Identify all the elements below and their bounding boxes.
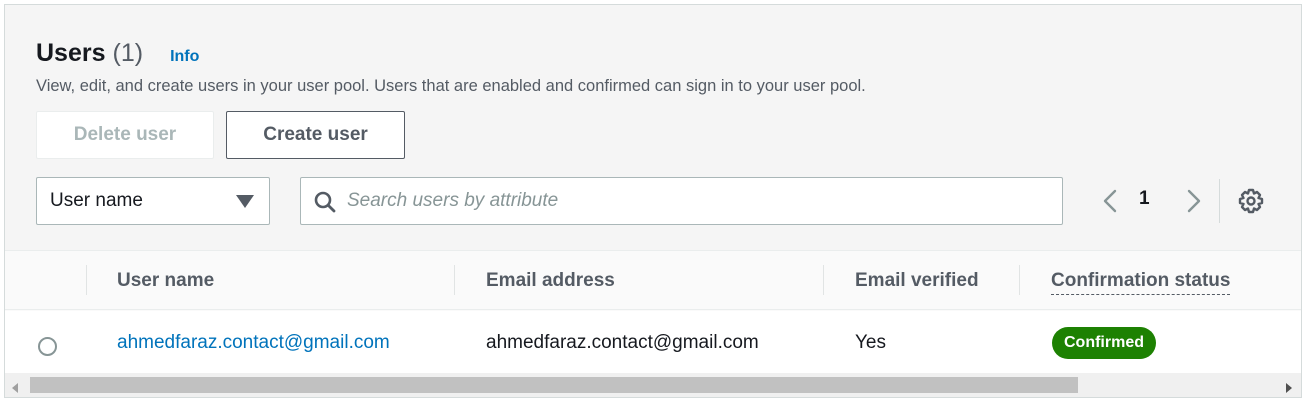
column-header-confirmation-status[interactable]: Confirmation status — [1051, 270, 1231, 295]
search-field[interactable] — [300, 177, 1063, 225]
property-select-value: User name — [50, 190, 143, 211]
gear-icon[interactable] — [1237, 187, 1265, 215]
users-panel-header: Users (1) Info View, edit, and create us… — [5, 5, 1301, 250]
delete-user-button[interactable]: Delete user — [36, 111, 214, 159]
email-verified-cell: Yes — [855, 332, 886, 353]
status-badge: Confirmed — [1052, 327, 1156, 359]
info-link[interactable]: Info — [170, 48, 199, 66]
users-panel: Users (1) Info View, edit, and create us… — [4, 4, 1302, 398]
table-row: ahmedfaraz.contact@gmail.com ahmedfaraz.… — [5, 311, 1301, 373]
scroll-right-arrow-icon[interactable] — [1285, 380, 1293, 397]
table-header: User name Email address Email verified C… — [5, 250, 1301, 310]
column-separator — [1019, 265, 1020, 295]
column-header-user-name[interactable]: User name — [117, 270, 214, 292]
row-select-radio[interactable] — [38, 337, 57, 356]
column-separator — [86, 265, 87, 295]
column-header-email[interactable]: Email address — [486, 270, 615, 292]
user-name-link[interactable]: ahmedfaraz.contact@gmail.com — [117, 332, 390, 354]
toolbar-divider — [1219, 179, 1220, 223]
title-row: Users (1) Info — [36, 39, 199, 68]
panel-description: View, edit, and create users in your use… — [36, 77, 866, 95]
column-separator — [823, 265, 824, 295]
chevron-left-icon[interactable] — [1095, 183, 1125, 219]
caret-down-icon — [236, 195, 254, 213]
page-title: Users — [36, 39, 106, 67]
column-header-email-verified[interactable]: Email verified — [855, 270, 979, 292]
email-cell: ahmedfaraz.contact@gmail.com — [486, 332, 759, 353]
property-select[interactable]: User name — [36, 177, 270, 225]
create-user-button[interactable]: Create user — [226, 111, 405, 159]
scroll-left-arrow-icon[interactable] — [11, 380, 19, 397]
search-input[interactable] — [347, 186, 1047, 216]
horizontal-scrollbar[interactable] — [5, 373, 1301, 397]
chevron-right-icon[interactable] — [1179, 183, 1209, 219]
search-icon — [313, 190, 337, 219]
user-count: (1) — [112, 39, 144, 67]
column-separator — [454, 265, 455, 295]
current-page[interactable]: 1 — [1139, 188, 1150, 210]
scrollbar-thumb[interactable] — [30, 377, 1078, 393]
